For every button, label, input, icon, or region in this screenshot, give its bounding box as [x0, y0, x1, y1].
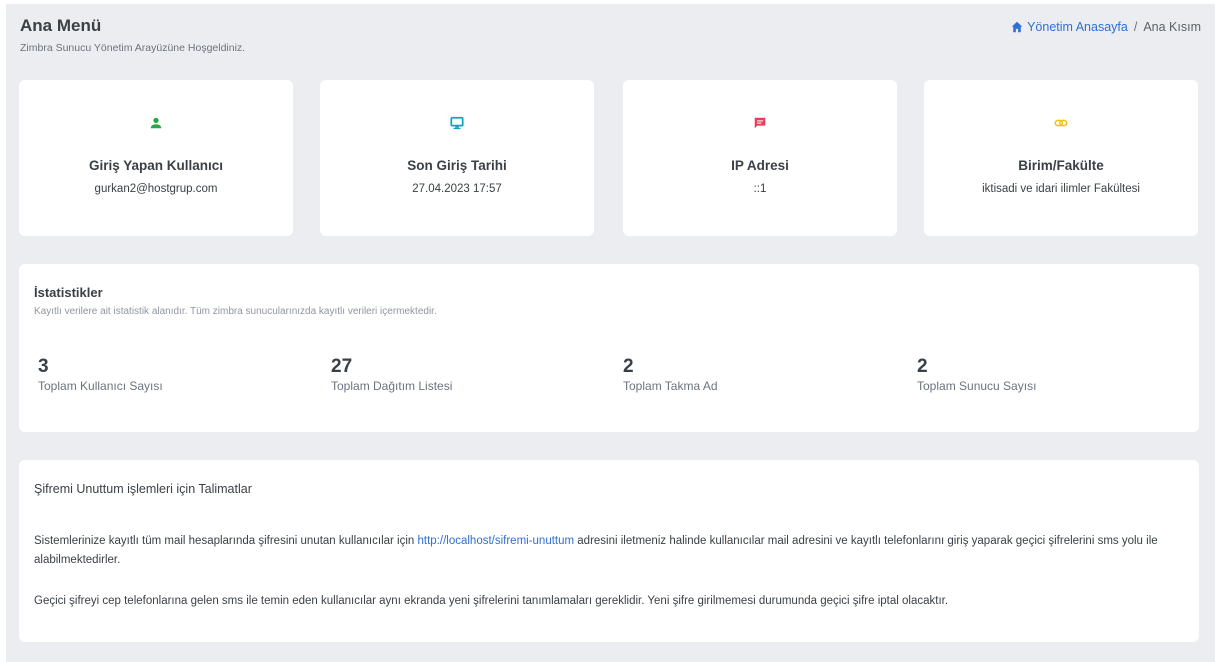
reset-password-link[interactable]: http://localhost/sifremi-unuttum — [418, 535, 575, 547]
instructions-paragraph-1: Sistemlerinize kayıtlı tüm mail hesaplar… — [34, 532, 1189, 570]
breadcrumb-home-label: Yönetim Anasayfa — [1027, 20, 1128, 34]
card-title: Birim/Fakülte — [1018, 158, 1104, 173]
breadcrumb-separator: / — [1133, 20, 1138, 34]
breadcrumb-current: Ana Kısım — [1143, 20, 1201, 34]
card-value: gurkan2@hostgrup.com — [94, 183, 218, 195]
stat-value: 2 — [917, 356, 928, 377]
page-header: Ana Menü Zimbra Sunucu Yönetim Arayüzüne… — [20, 16, 1201, 66]
stat-total-aliases: 2 Toplam Takma Ad — [623, 356, 718, 393]
card-title: IP Adresi — [731, 158, 789, 173]
instructions-paragraph-2: Geçici şifreyi cep telefonlarına gelen s… — [34, 595, 949, 607]
statistics-card: İstatistikler Kayıtlı verilere ait istat… — [19, 264, 1199, 432]
card-ip-address: IP Adresi ::1 — [623, 80, 897, 236]
breadcrumb: Yönetim Anasayfa / Ana Kısım — [1011, 20, 1201, 34]
user-icon — [150, 117, 162, 129]
breadcrumb-home-link[interactable]: Yönetim Anasayfa — [1011, 20, 1128, 34]
stat-value: 2 — [623, 356, 634, 377]
instructions-text: Sistemlerinize kayıtlı tüm mail hesaplar… — [34, 535, 418, 547]
card-faculty: Birim/Fakülte iktisadi ve idari ilimler … — [924, 80, 1198, 236]
stat-label: Toplam Sunucu Sayısı — [917, 379, 1037, 393]
page-background: Ana Menü Zimbra Sunucu Yönetim Arayüzüne… — [6, 4, 1215, 662]
stat-value: 27 — [331, 356, 353, 377]
card-logged-in-user: Giriş Yapan Kullanıcı gurkan2@hostgrup.c… — [19, 80, 293, 236]
home-icon — [1011, 21, 1023, 33]
stat-label: Toplam Dağıtım Listesi — [331, 379, 453, 393]
card-title: Giriş Yapan Kullanıcı — [88, 158, 224, 173]
statistics-title: İstatistikler — [34, 285, 103, 300]
statistics-description: Kayıtlı verilere ait istatistik alanıdır… — [34, 306, 437, 317]
link-icon — [1054, 119, 1068, 127]
card-value: iktisadi ve idari ilimler Fakültesi — [982, 183, 1140, 195]
card-last-login-date: Son Giriş Tarihi 27.04.2023 17:57 — [320, 80, 594, 236]
stat-label: Toplam Kullanıcı Sayısı — [38, 379, 163, 393]
card-value: 27.04.2023 17:57 — [412, 183, 502, 195]
card-title: Son Giriş Tarihi — [407, 158, 507, 173]
message-icon — [754, 117, 766, 129]
monitor-icon — [450, 116, 464, 130]
page-subtitle: Zimbra Sunucu Yönetim Arayüzüne Hoşgeldi… — [20, 42, 246, 54]
card-value: ::1 — [753, 183, 767, 195]
stat-label: Toplam Takma Ad — [623, 379, 718, 393]
stat-value: 3 — [38, 356, 49, 377]
stat-total-users: 3 Toplam Kullanıcı Sayısı — [38, 356, 163, 393]
stat-total-servers: 2 Toplam Sunucu Sayısı — [917, 356, 1036, 393]
stat-total-distribution-lists: 27 Toplam Dağıtım Listesi — [331, 356, 452, 393]
instructions-card: Şifremi Unuttum işlemleri için Talimatla… — [19, 460, 1199, 642]
instructions-title: Şifremi Unuttum işlemleri için Talimatla… — [34, 482, 252, 496]
